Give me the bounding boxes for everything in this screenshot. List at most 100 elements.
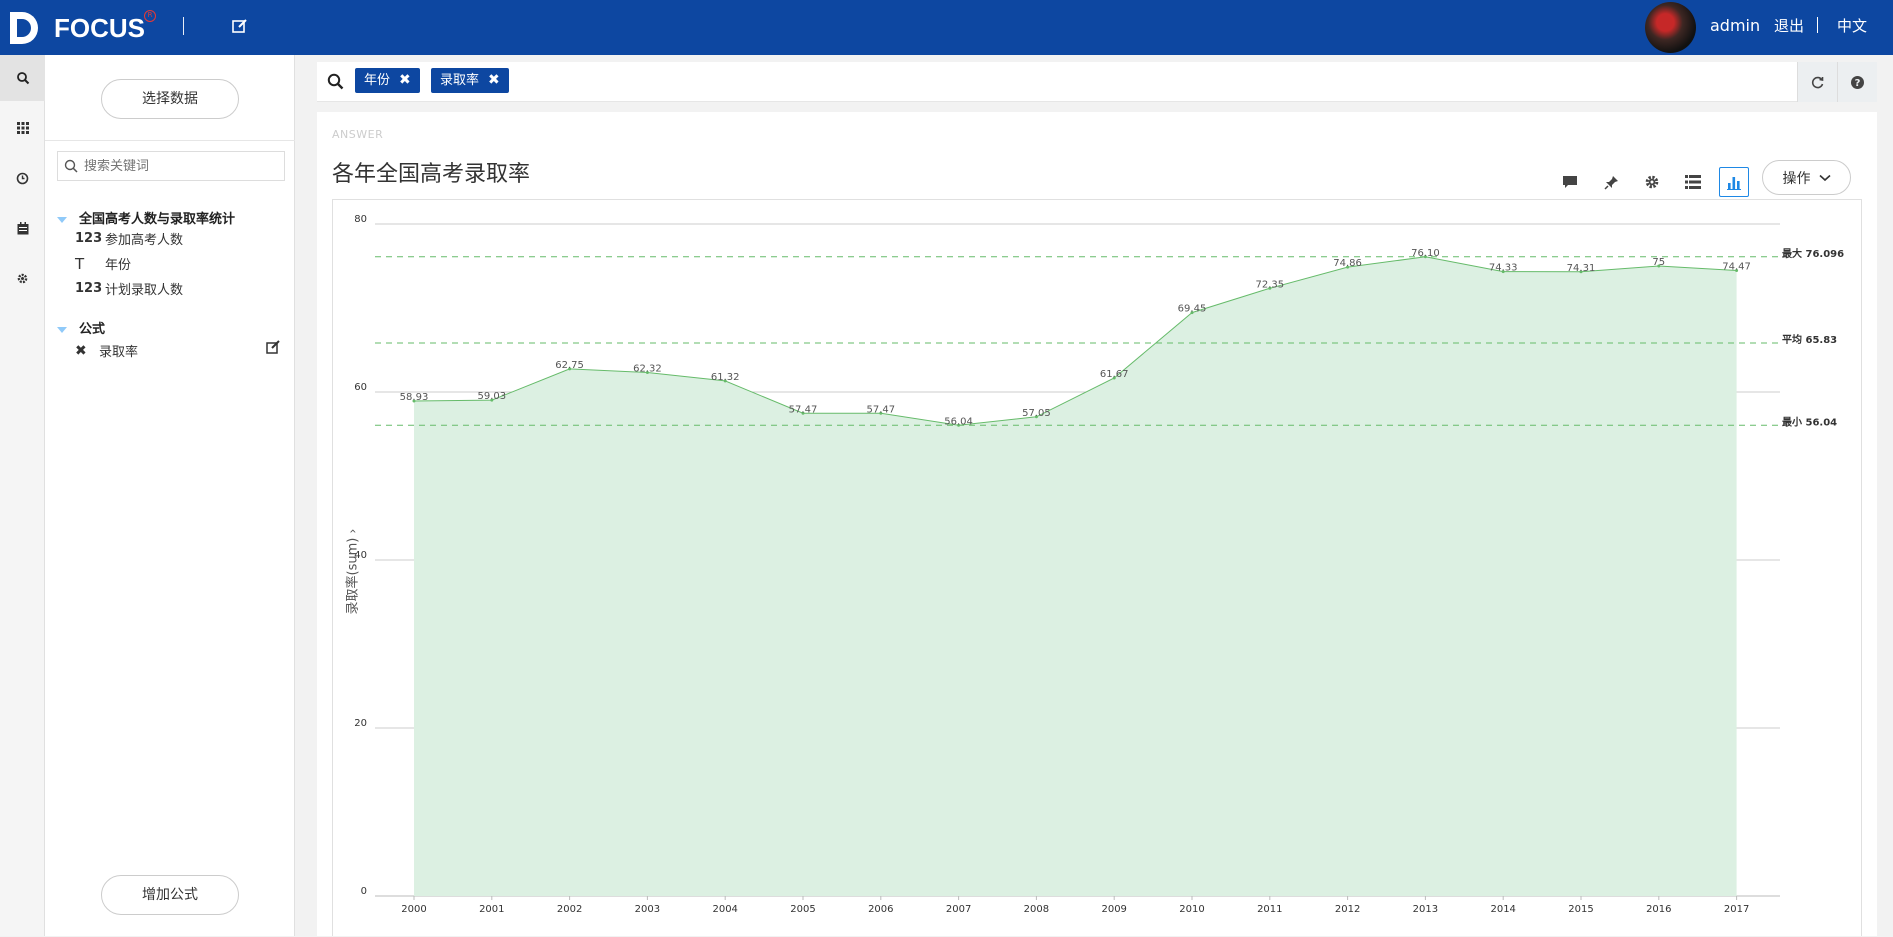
history-icon: [16, 172, 29, 184]
logo-mark-icon: [10, 12, 38, 44]
remove-token-icon[interactable]: ✖: [399, 68, 411, 93]
data-label: 75: [1652, 257, 1665, 268]
pin-icon: [1603, 175, 1618, 190]
table-view-button[interactable]: [1678, 167, 1708, 197]
x-tick-label: 2004: [712, 904, 737, 915]
field-item[interactable]: T 年份: [75, 254, 131, 274]
area-chart[interactable]: 02040608058.93 59.0362.75 62.3261.3257.47 5…: [333, 200, 1861, 937]
data-label: 59.03: [477, 391, 506, 402]
calendar-icon: [17, 221, 28, 234]
numeric-type-icon: 123: [75, 231, 103, 246]
refresh-icon: [1811, 76, 1824, 88]
chart-container: 0 20 40 60 80 58.93 59.03 62.75 62.32 61.32 57.47 5…: [332, 199, 1862, 936]
edit-formula-icon[interactable]: [266, 340, 281, 355]
operate-dropdown[interactable]: 操作: [1762, 160, 1851, 195]
svg-text:?: ?: [1855, 78, 1861, 89]
refresh-button[interactable]: [1797, 62, 1837, 102]
grid-icon: [16, 122, 29, 134]
x-tick-label: 2012: [1335, 904, 1360, 915]
search-icon[interactable]: [327, 73, 344, 90]
search-icon: [16, 72, 29, 85]
formula-icon: ✖: [75, 342, 87, 359]
x-tick-label: 2009: [1101, 904, 1126, 915]
x-tick-label: 2015: [1568, 904, 1593, 915]
search-icon: [64, 159, 78, 173]
divider: [1817, 17, 1818, 33]
rail-calendar[interactable]: [0, 205, 45, 251]
area-fill: [414, 256, 1737, 896]
registered-mark-icon: R: [144, 10, 156, 22]
focus-logo[interactable]: FOCUS R: [8, 8, 156, 48]
data-label: 62.75: [555, 360, 584, 371]
x-tick-label: 2000: [401, 904, 426, 915]
avatar[interactable]: [1645, 2, 1696, 53]
text-type-icon: T: [75, 254, 85, 273]
query-token[interactable]: 录取率 ✖: [431, 68, 509, 93]
data-label: 69.45: [1178, 304, 1207, 315]
rail-history[interactable]: [0, 155, 45, 201]
answer-card: ANSWER 各年全国高考录取率 操作 0 20 40 60 80 58.93 59.03 6…: [317, 112, 1877, 936]
x-tick-label: 2003: [635, 904, 660, 915]
data-label: 61.67: [1100, 369, 1129, 380]
x-tick-label: 2002: [557, 904, 582, 915]
select-data-button[interactable]: 选择数据: [101, 79, 239, 119]
y-tick-label: 20: [354, 718, 367, 729]
x-tick-label: 2017: [1724, 904, 1749, 915]
query-token[interactable]: 年份 ✖: [355, 68, 420, 93]
dataset-group[interactable]: 全国高考人数与录取率统计: [57, 208, 235, 227]
field-item[interactable]: 123 计划录取人数: [75, 279, 183, 298]
pin-button[interactable]: [1596, 167, 1626, 197]
chart-settings-button[interactable]: [1637, 167, 1667, 197]
y-tick-label: 80: [354, 214, 367, 225]
reference-label: 最小 56.04: [1782, 415, 1837, 428]
language-switch[interactable]: 中文: [1837, 15, 1867, 36]
x-tick-label: 2016: [1646, 904, 1671, 915]
rail-settings[interactable]: [0, 255, 45, 301]
data-label: 74.33: [1489, 263, 1518, 274]
y-axis-title[interactable]: 录取率(sum) ›: [342, 529, 361, 615]
data-label: 74.31: [1567, 263, 1596, 274]
x-tick-label: 2006: [868, 904, 893, 915]
gear-icon: [1645, 175, 1659, 189]
token-label: 年份: [364, 73, 391, 88]
add-formula-button[interactable]: 增加公式: [101, 875, 239, 915]
x-tick-label: 2011: [1257, 904, 1282, 915]
x-tick-label: 2001: [479, 904, 504, 915]
remove-token-icon[interactable]: ✖: [488, 68, 500, 93]
x-tick-label: 2010: [1179, 904, 1204, 915]
answer-label: ANSWER: [332, 128, 384, 141]
chart-view-button[interactable]: [1719, 167, 1749, 197]
rail-search[interactable]: [0, 55, 45, 101]
logo-text: FOCUS: [54, 12, 145, 43]
formula-group[interactable]: 公式: [57, 318, 105, 337]
divider: [183, 17, 184, 35]
formula-label: 录取率: [99, 345, 139, 360]
user-name[interactable]: admin: [1710, 16, 1760, 35]
top-bar: FOCUS R admin 退出 中文: [0, 0, 1893, 55]
formula-group-label: 公式: [79, 322, 106, 337]
logout-link[interactable]: 退出: [1774, 15, 1804, 36]
dataset-name: 全国高考人数与录取率统计: [79, 212, 236, 227]
field-item[interactable]: 123 参加高考人数: [75, 229, 183, 248]
rail-apps[interactable]: [0, 105, 45, 151]
data-label: 72.35: [1255, 279, 1284, 290]
expand-arrow-icon[interactable]: [57, 326, 67, 333]
keyword-search-box[interactable]: [57, 151, 285, 181]
list-icon: [1685, 175, 1701, 189]
numeric-type-icon: 123: [75, 281, 103, 296]
chevron-down-icon: [1818, 174, 1831, 181]
comment-button[interactable]: [1555, 167, 1585, 197]
reference-label: 平均 65.83: [1782, 333, 1837, 346]
data-label: 74.47: [1722, 261, 1751, 272]
token-label: 录取率: [440, 73, 480, 88]
field-label: 参加高考人数: [105, 233, 184, 248]
chevron-right-icon[interactable]: ›: [346, 529, 360, 534]
help-icon: ?: [1851, 75, 1864, 89]
field-label: 计划录取人数: [105, 283, 184, 298]
expand-arrow-icon[interactable]: [57, 216, 67, 223]
keyword-search-input[interactable]: [84, 158, 274, 174]
query-bar: 年份 ✖ 录取率 ✖ ?: [317, 62, 1877, 102]
help-button[interactable]: ?: [1837, 62, 1877, 102]
edit-icon[interactable]: [231, 17, 249, 35]
formula-item[interactable]: ✖ 录取率: [75, 341, 139, 361]
